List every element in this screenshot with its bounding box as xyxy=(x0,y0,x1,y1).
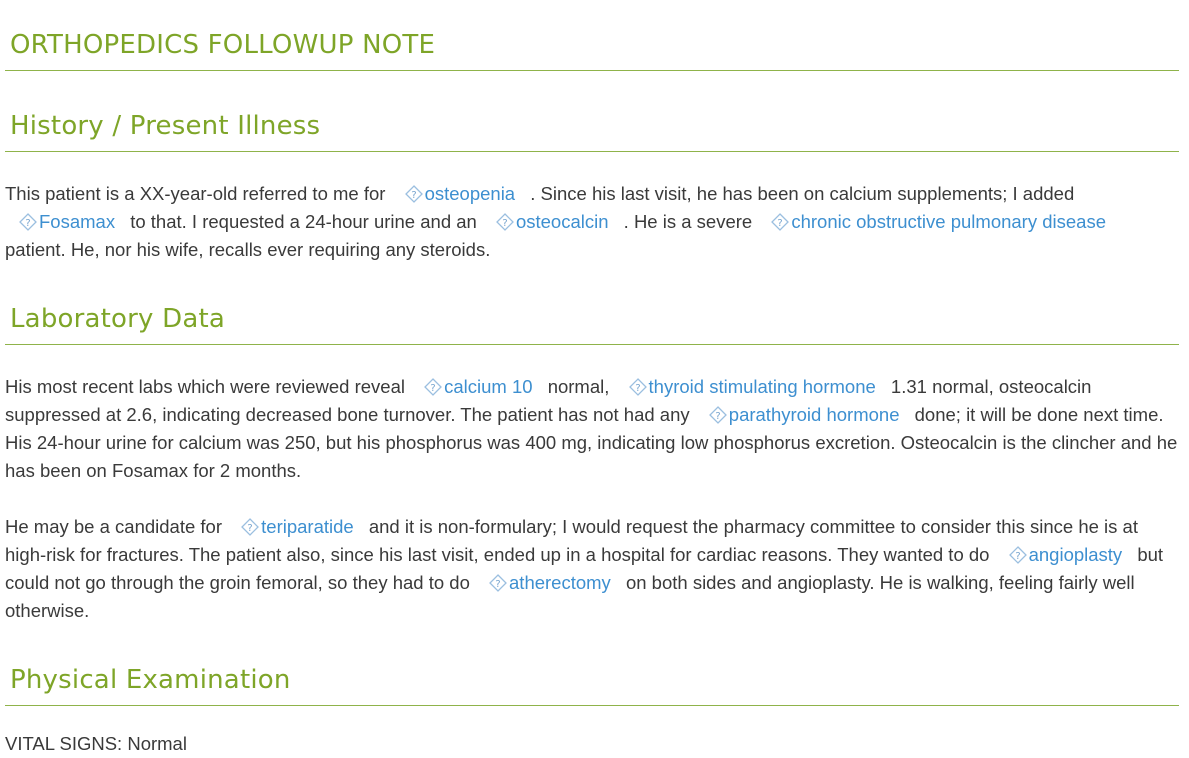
svg-text:?: ? xyxy=(430,383,435,394)
text-segment: normal, xyxy=(547,376,610,397)
term-label: thyroid stimulating hormone xyxy=(648,376,876,397)
question-diamond-icon: ? xyxy=(1008,546,1027,564)
term-link-angioplasty[interactable]: ? angioplasty xyxy=(1008,544,1123,565)
svg-text:?: ? xyxy=(635,383,640,394)
section-heading-exam: Physical Examination xyxy=(5,665,1179,706)
question-diamond-icon: ? xyxy=(708,406,727,424)
question-diamond-icon: ? xyxy=(241,518,260,536)
svg-text:?: ? xyxy=(502,218,507,229)
svg-text:?: ? xyxy=(715,411,720,422)
term-label: atherectomy xyxy=(509,572,611,593)
term-label: osteopenia xyxy=(424,183,516,204)
text-segment: patient. He, nor his wife, recalls ever … xyxy=(5,239,491,260)
question-diamond-icon: ? xyxy=(424,378,443,396)
question-diamond-icon: ? xyxy=(628,378,647,396)
term-label: Fosamax xyxy=(39,211,116,232)
text-segment: to that. I requested a 24-hour urine and… xyxy=(130,211,477,232)
labs-paragraph-2: He may be a candidate for ? teriparatide … xyxy=(5,485,1179,625)
question-diamond-icon: ? xyxy=(19,213,37,231)
term-link-fosamax[interactable]: ? Fosamax xyxy=(19,211,115,232)
labs-paragraph-1: His most recent labs which were reviewed… xyxy=(5,345,1179,485)
text-segment: This patient is a XX-year-old referred t… xyxy=(5,183,386,204)
section-heading-history: History / Present Illness xyxy=(5,111,1179,152)
term-link-calcium[interactable]: ? calcium 10 xyxy=(424,376,533,397)
svg-text:?: ? xyxy=(411,190,416,201)
text-segment: His most recent labs which were reviewed… xyxy=(5,376,405,397)
term-link-osteopenia[interactable]: ? osteopenia xyxy=(404,183,516,204)
svg-text:?: ? xyxy=(495,579,500,590)
question-diamond-icon: ? xyxy=(771,213,790,231)
term-label: chronic obstructive pulmonary disease xyxy=(791,211,1106,232)
svg-text:?: ? xyxy=(247,523,252,534)
question-diamond-icon: ? xyxy=(489,574,507,592)
question-diamond-icon: ? xyxy=(404,185,423,203)
term-link-teriparatide[interactable]: ? teriparatide xyxy=(241,516,354,537)
history-paragraph: This patient is a XX-year-old referred t… xyxy=(5,152,1179,264)
term-link-osteocalcin[interactable]: ? osteocalcin xyxy=(496,211,609,232)
page-title: ORTHOPEDICS FOLLOWUP NOTE xyxy=(5,0,1179,71)
term-link-atherectomy[interactable]: ? atherectomy xyxy=(489,572,611,593)
section-heading-labs: Laboratory Data xyxy=(5,304,1179,345)
term-label: calcium 10 xyxy=(444,376,533,397)
term-label: teriparatide xyxy=(261,516,354,537)
note-page: ORTHOPEDICS FOLLOWUP NOTE History / Pres… xyxy=(0,0,1189,758)
term-label: angioplasty xyxy=(1028,544,1123,565)
term-link-pth[interactable]: ? parathyroid hormone xyxy=(708,404,900,425)
term-link-tsh[interactable]: ? thyroid stimulating hormone xyxy=(628,376,876,397)
text-segment: . Since his last visit, he has been on c… xyxy=(530,183,1075,204)
svg-text:?: ? xyxy=(25,218,30,229)
term-link-copd[interactable]: ? chronic obstructive pulmonary disease xyxy=(771,211,1106,232)
term-label: osteocalcin xyxy=(515,211,609,232)
text-segment: . He is a severe xyxy=(623,211,753,232)
term-label: parathyroid hormone xyxy=(728,404,900,425)
svg-text:?: ? xyxy=(1015,551,1020,562)
svg-text:?: ? xyxy=(778,218,783,229)
question-diamond-icon: ? xyxy=(496,213,514,231)
vital-signs: VITAL SIGNS: Normal xyxy=(5,733,187,754)
text-segment: He may be a candidate for xyxy=(5,516,222,537)
